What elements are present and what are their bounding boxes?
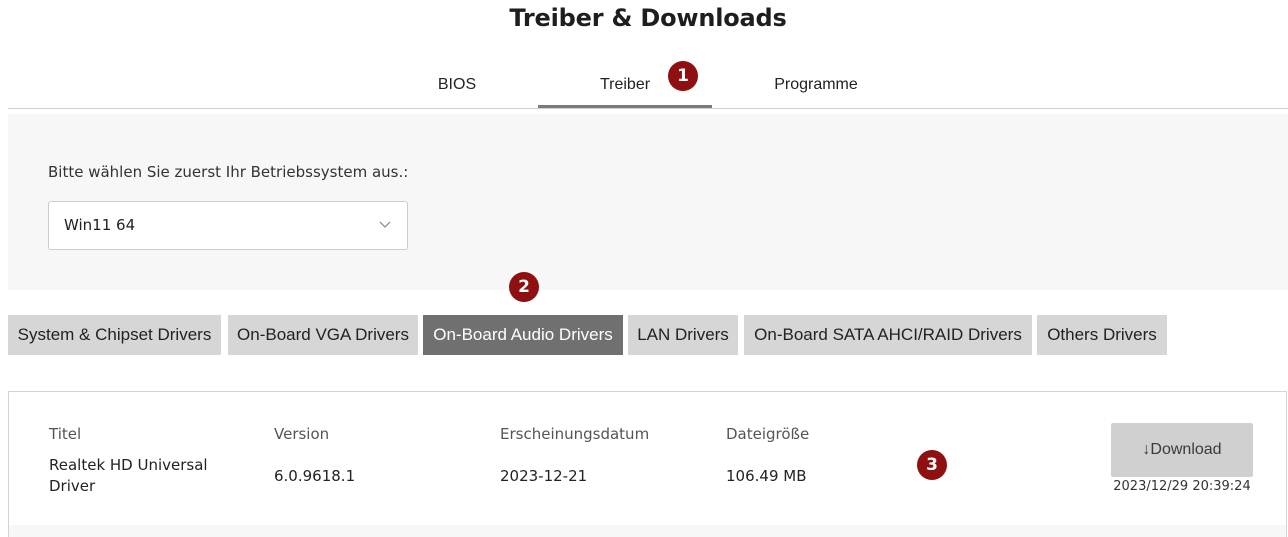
tab-bios[interactable]: BIOS bbox=[377, 62, 537, 108]
category-lan[interactable]: LAN Drivers bbox=[628, 315, 738, 355]
driver-title: Realtek HD Universal Driver bbox=[49, 455, 208, 497]
header-date: Erscheinungsdatum bbox=[500, 425, 650, 443]
os-selection-panel: Bitte wählen Sie zuerst Ihr Betriebssyst… bbox=[8, 114, 1288, 290]
header-size: Dateigröße bbox=[726, 425, 810, 443]
driver-size: 106.49 MB bbox=[726, 467, 807, 485]
step-marker-2: 2 bbox=[509, 272, 539, 302]
chevron-down-icon bbox=[379, 221, 391, 228]
driver-version: 6.0.9618.1 bbox=[274, 467, 356, 485]
driver-card: Titel Version Erscheinungsdatum Dateigrö… bbox=[8, 391, 1287, 537]
download-tabs: BIOS Treiber Programme bbox=[8, 62, 1288, 109]
os-select-label: Bitte wählen Sie zuerst Ihr Betriebssyst… bbox=[48, 163, 409, 181]
category-others[interactable]: Others Drivers bbox=[1037, 315, 1167, 355]
page-title: Treiber & Downloads bbox=[509, 4, 787, 32]
category-sata-raid[interactable]: On-Board SATA AHCI/RAID Drivers bbox=[744, 315, 1032, 355]
driver-date: 2023-12-21 bbox=[500, 467, 588, 485]
header-version: Version bbox=[274, 425, 330, 443]
tab-programme[interactable]: Programme bbox=[736, 62, 896, 108]
os-select-value: Win11 64 bbox=[64, 216, 136, 234]
download-timestamp: 2023/12/29 20:39:24 bbox=[1113, 479, 1251, 494]
step-marker-1: 1 bbox=[668, 61, 698, 91]
os-select-dropdown[interactable]: Win11 64 bbox=[48, 201, 408, 250]
driver-row: Titel Version Erscheinungsdatum Dateigrö… bbox=[9, 392, 1286, 525]
step-marker-3: 3 bbox=[917, 450, 947, 480]
card-footer bbox=[9, 525, 1286, 537]
driver-title-line2: Driver bbox=[49, 477, 96, 495]
download-button[interactable]: ↓Download bbox=[1111, 423, 1253, 477]
category-vga[interactable]: On-Board VGA Drivers bbox=[228, 315, 418, 355]
header-title: Titel bbox=[49, 425, 82, 443]
driver-title-line1: Realtek HD Universal bbox=[49, 456, 208, 474]
category-audio[interactable]: On-Board Audio Drivers bbox=[423, 315, 623, 355]
category-system-chipset[interactable]: System & Chipset Drivers bbox=[8, 315, 221, 355]
